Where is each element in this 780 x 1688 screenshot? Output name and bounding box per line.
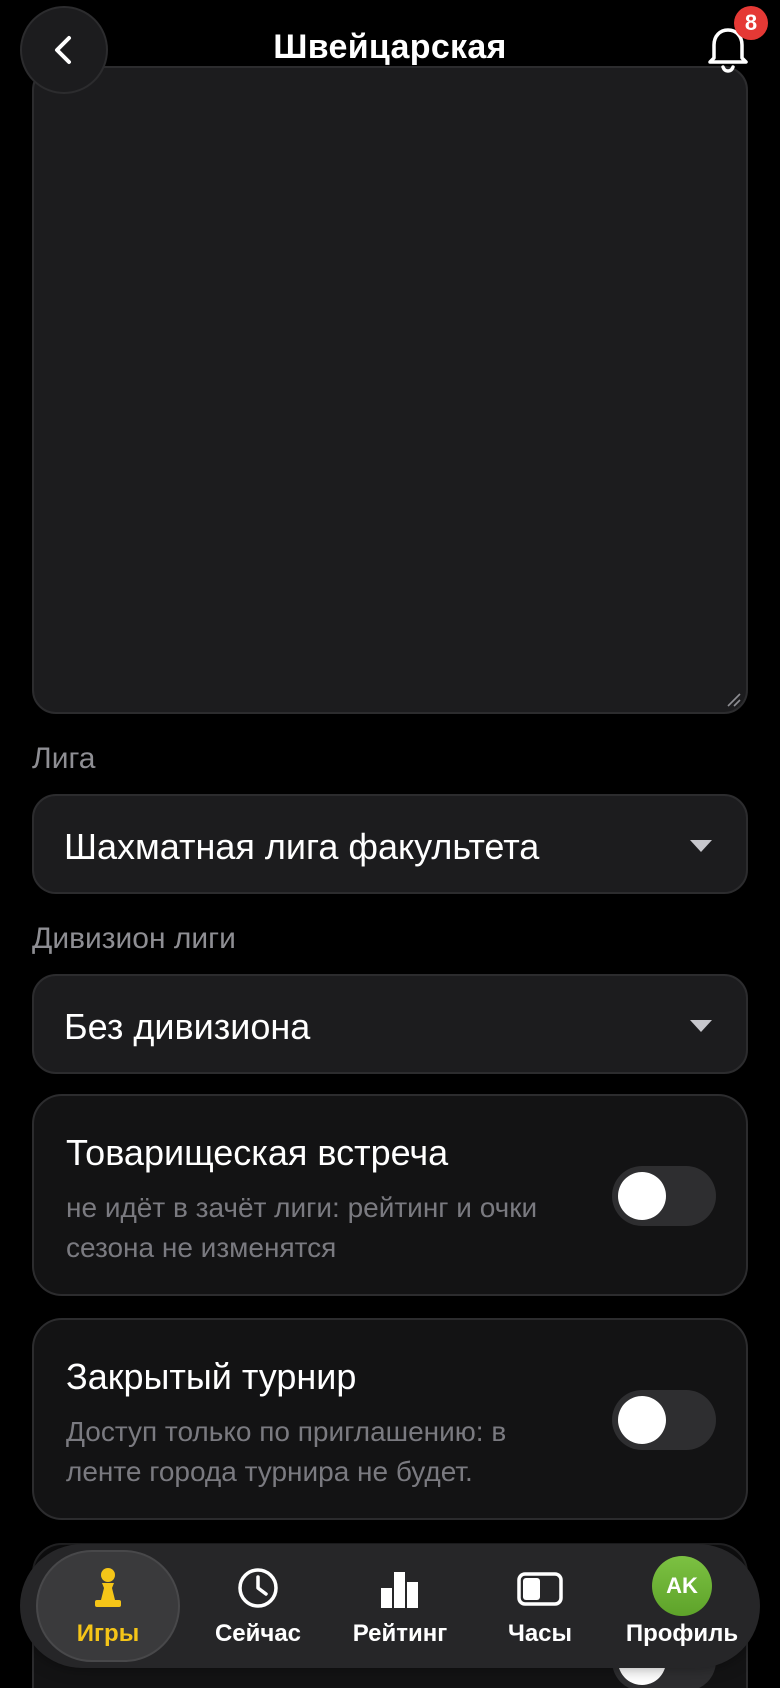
league-select-value: Шахматная лига факультета [64,826,540,867]
nav-label: Сейчас [214,1620,302,1647]
card-description: Доступ только по приглашению: в ленте го… [66,1416,507,1487]
closed-tournament-toggle[interactable] [612,1390,716,1450]
friendly-match-card: Товарищеская встреча не идёт в зачёт лиг… [32,1094,748,1296]
nav-label: Рейтинг [352,1620,448,1647]
avatar: AK [652,1556,712,1616]
bottom-nav: Игры Сейчас Рейтинг Часы AK Профиль [20,1544,760,1668]
card-description: не идёт в зачёт лиги: рейтинг и очки сез… [66,1192,538,1263]
chevron-left-icon [55,36,71,64]
card-title: Товарищеская встреча [66,1132,449,1173]
league-select[interactable]: Шахматная лига факультета [32,794,748,894]
header: Швейцарская 8 [0,0,780,100]
clock-icon [238,1568,278,1608]
toggle-knob [618,1396,666,1444]
page-title: Швейцарская [273,28,507,66]
nav-label: Часы [507,1620,573,1647]
card-title: Закрытый турнир [66,1356,357,1397]
friendly-match-toggle[interactable] [612,1166,716,1226]
bar-chart-icon [381,1572,418,1608]
division-label: Дивизион лиги [32,922,236,955]
closed-tournament-card: Закрытый турнир Доступ только по приглаш… [32,1318,748,1520]
nav-label: Профиль [625,1620,739,1647]
description-textarea[interactable] [32,66,748,714]
caret-down-icon [690,840,712,852]
chess-clock-icon [517,1572,563,1606]
nav-item-clock[interactable]: Часы [472,1544,608,1668]
division-select-value: Без дивизиона [64,1006,311,1047]
division-select[interactable]: Без дивизиона [32,974,748,1074]
nav-label: Игры [76,1620,140,1647]
pawn-icon [95,1568,121,1607]
nav-item-games[interactable]: Игры [28,1544,188,1668]
nav-item-profile[interactable]: AK Профиль [608,1544,756,1668]
notification-badge: 8 [734,6,768,40]
toggle-knob [618,1172,666,1220]
caret-down-icon [690,1020,712,1032]
nav-item-rating[interactable]: Рейтинг [328,1544,472,1668]
nav-item-now[interactable]: Сейчас [188,1544,328,1668]
league-label: Лига [32,742,96,775]
page: Швейцарская 8 Лига Шахматная лига факуль… [0,0,780,1688]
back-button[interactable] [20,6,108,94]
resize-handle-icon[interactable] [724,690,742,708]
